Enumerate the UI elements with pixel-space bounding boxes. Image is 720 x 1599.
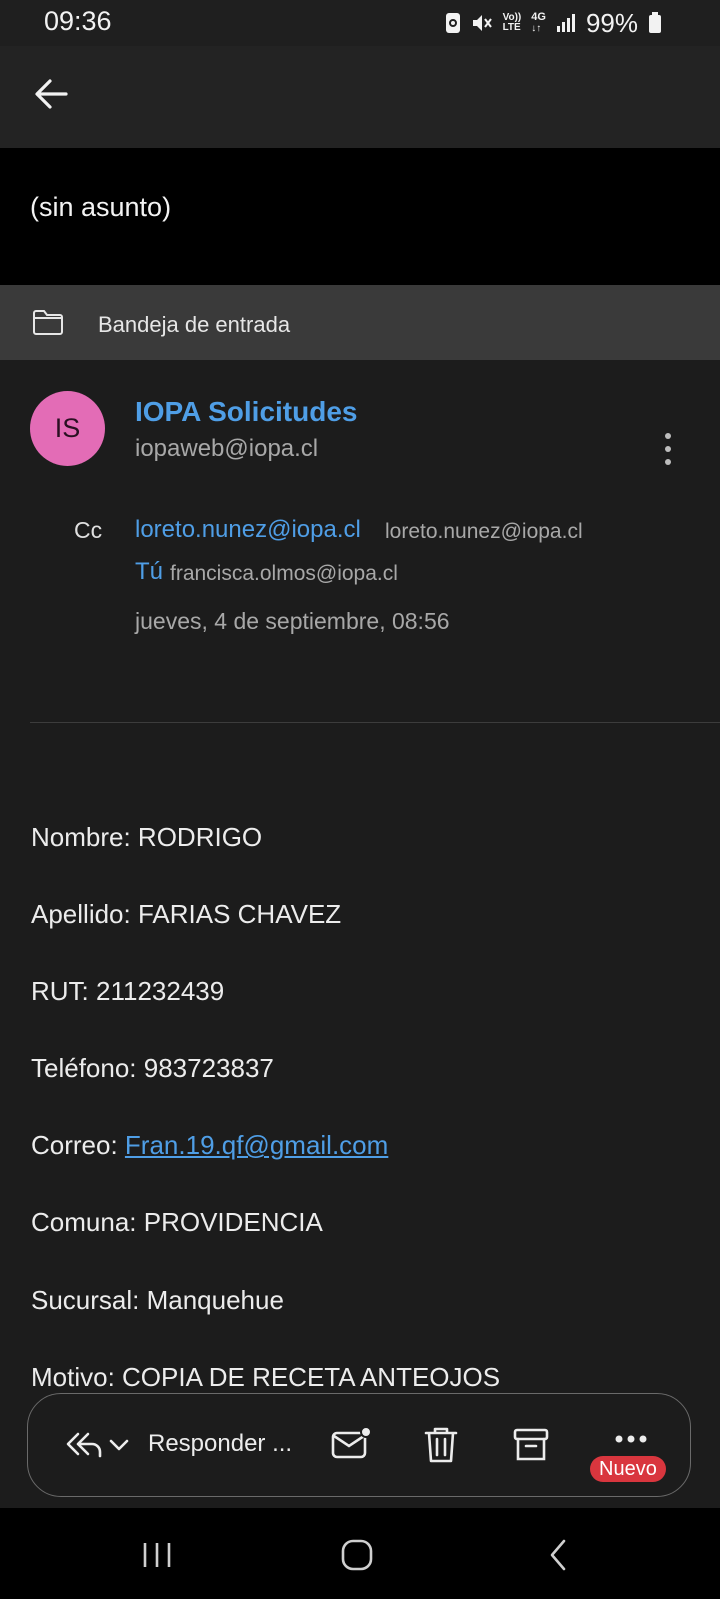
email-date: jueves, 4 de septiembre, 08:56: [135, 608, 450, 634]
4g-icon: 4G ↓↑: [531, 11, 546, 35]
reply-all-icon[interactable]: [64, 1428, 104, 1462]
reply-button[interactable]: Responder ...: [148, 1430, 292, 1458]
more-vertical-icon[interactable]: [658, 432, 678, 466]
to-recipient-name[interactable]: Tú: [135, 558, 163, 586]
body-telefono: Teléfono: 983723837: [31, 1053, 274, 1083]
cc-recipient-address: loreto.nunez@iopa.cl: [385, 520, 583, 543]
avatar[interactable]: IS: [30, 391, 105, 466]
correo-label: Correo:: [31, 1130, 125, 1160]
body-rut: RUT: 211232439: [31, 976, 225, 1006]
signal-icon: [556, 14, 575, 32]
sync-icon: [445, 13, 460, 33]
folder-icon: [33, 310, 63, 335]
volte-icon: Vo)) LTE: [503, 13, 522, 33]
status-icons: Vo)) LTE 4G ↓↑ 99%: [445, 7, 662, 38]
app-bar: [0, 46, 720, 148]
sender-email: iopaweb@iopa.cl: [135, 435, 319, 462]
mute-icon: [472, 15, 492, 31]
body-motivo: Motivo: COPIA DE RECETA ANTEOJOS: [31, 1362, 501, 1392]
nav-back-icon[interactable]: [548, 1538, 568, 1572]
cc-recipient-name[interactable]: loreto.nunez@iopa.cl: [135, 516, 361, 544]
arrow-left-icon[interactable]: [30, 72, 74, 116]
more-horizontal-icon[interactable]: [614, 1432, 648, 1446]
battery-icon: [649, 12, 661, 33]
battery-percent: 99%: [585, 7, 638, 38]
archive-icon[interactable]: [510, 1424, 552, 1466]
correo-link[interactable]: Fran.19.qf@gmail.com: [125, 1130, 388, 1160]
divider: [30, 722, 720, 723]
cc-label: Cc: [74, 517, 103, 543]
avatar-initials: IS: [54, 413, 81, 443]
email-subject: (sin asunto): [30, 192, 172, 222]
to-recipient-address: francisca.olmos@iopa.cl: [170, 562, 398, 585]
body-apellido: Apellido: FARIAS CHAVEZ: [31, 899, 342, 929]
network-type: 4G: [531, 11, 546, 23]
data-arrows: ↓↑: [531, 23, 542, 34]
recents-icon[interactable]: [140, 1540, 174, 1570]
sender-name[interactable]: IOPA Solicitudes: [135, 396, 357, 428]
lte-text: LTE: [502, 22, 521, 33]
body-comuna: Comuna: PROVIDENCIA: [31, 1207, 323, 1237]
new-badge[interactable]: Nuevo: [590, 1456, 666, 1482]
status-time: 09:36: [44, 6, 112, 36]
body-sucursal: Sucursal: Manquehue: [31, 1285, 284, 1315]
trash-icon[interactable]: [420, 1424, 462, 1466]
body-nombre: Nombre: RODRIGO: [31, 822, 263, 852]
mark-unread-icon[interactable]: [330, 1424, 372, 1466]
folder-label: Bandeja de entrada: [98, 312, 291, 337]
body-correo: Correo: Fran.19.qf@gmail.com: [31, 1130, 388, 1161]
chevron-down-icon[interactable]: [108, 1436, 130, 1454]
home-icon[interactable]: [340, 1538, 374, 1572]
